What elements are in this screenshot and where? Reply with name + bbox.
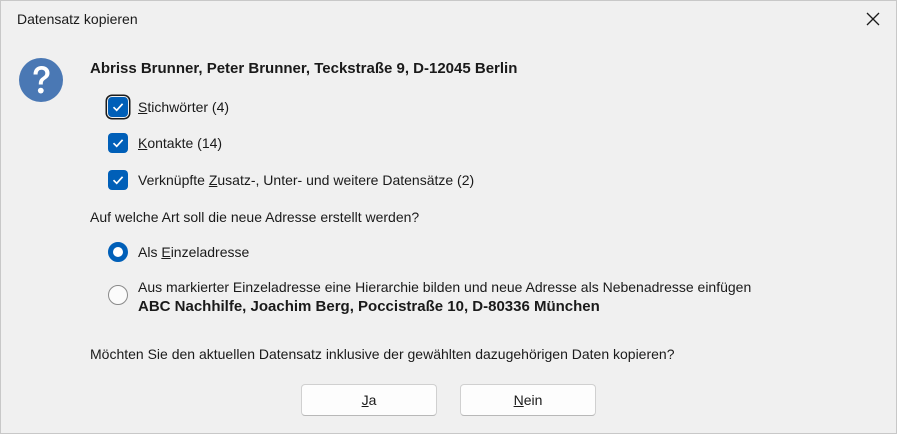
yes-button-label: Ja — [361, 392, 377, 408]
radio-button[interactable] — [108, 242, 128, 262]
no-button[interactable]: Nein — [460, 384, 596, 416]
checkbox-label: Verknüpfte Zusatz-, Unter- und weitere D… — [138, 172, 475, 188]
question-icon — [19, 58, 63, 102]
checkbox-box[interactable] — [108, 97, 128, 117]
radio-text: Aus markierter Einzeladresse eine Hierar… — [138, 277, 751, 317]
radio-label: Aus markierter Einzeladresse eine Hierar… — [138, 279, 752, 295]
checkbox-linked-records[interactable]: Verknüpfte Zusatz-, Unter- und weitere D… — [108, 168, 474, 192]
no-button-label: Nein — [513, 392, 543, 408]
radio-label: Als Einzeladresse — [138, 244, 250, 260]
checkbox-label: Kontakte (14) — [138, 135, 223, 151]
copy-record-dialog: Datensatz kopieren Abriss Brunner, Peter… — [0, 0, 897, 434]
close-button[interactable] — [850, 1, 896, 37]
radio-single-address[interactable]: Als Einzeladresse — [108, 242, 249, 262]
radio-sub-address[interactable]: Aus markierter Einzeladresse eine Hierar… — [108, 277, 751, 317]
close-icon — [866, 12, 880, 26]
checkmark-icon — [112, 139, 124, 148]
address-type-question: Auf welche Art soll die neue Adresse ers… — [90, 209, 420, 225]
yes-button[interactable]: Ja — [301, 384, 437, 416]
checkbox-box[interactable] — [108, 170, 128, 190]
confirm-question: Möchten Sie den aktuellen Datensatz inkl… — [90, 346, 675, 362]
radio-button[interactable] — [108, 285, 128, 305]
window-title: Datensatz kopieren — [17, 11, 138, 27]
title-bar[interactable]: Datensatz kopieren — [1, 1, 896, 37]
record-title: Abriss Brunner, Peter Brunner, Teckstraß… — [90, 60, 518, 77]
checkbox-contacts[interactable]: Kontakte (14) — [108, 131, 222, 155]
checkmark-icon — [112, 176, 124, 185]
checkbox-box[interactable] — [108, 133, 128, 153]
checkbox-keywords[interactable]: Stichwörter (4) — [108, 95, 229, 119]
checkbox-label: Stichwörter (4) — [138, 99, 230, 115]
checkmark-icon — [112, 103, 124, 112]
parent-address: ABC Nachhilfe, Joachim Berg, Poccistraße… — [138, 298, 600, 315]
